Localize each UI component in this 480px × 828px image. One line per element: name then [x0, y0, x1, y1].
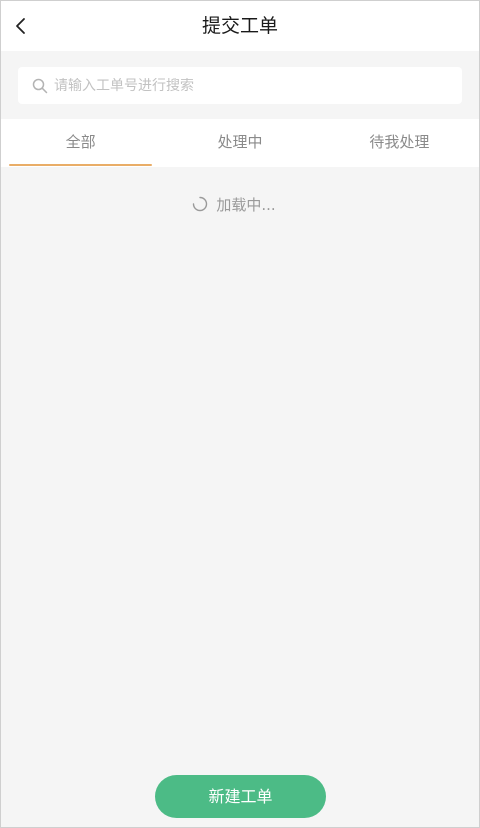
search-section [1, 51, 479, 119]
tab-all[interactable]: 全部 [1, 119, 160, 167]
spinner-icon [192, 196, 208, 212]
search-input[interactable] [54, 77, 454, 94]
tab-pending-me[interactable]: 待我处理 [320, 119, 479, 167]
search-box[interactable] [18, 67, 462, 104]
app-screen: 提交工单 全部 处理中 待我处理 加载中... 新建工单 [0, 0, 480, 828]
nav-bar: 提交工单 [1, 1, 479, 51]
page-title: 提交工单 [201, 15, 278, 37]
loading-indicator: 加载中... [1, 192, 479, 216]
search-icon [32, 78, 48, 94]
tab-processing[interactable]: 处理中 [160, 119, 319, 167]
new-ticket-button[interactable]: 新建工单 [155, 775, 326, 818]
tab-bar: 全部 处理中 待我处理 [1, 119, 479, 167]
loading-text: 加载中... [216, 195, 276, 214]
